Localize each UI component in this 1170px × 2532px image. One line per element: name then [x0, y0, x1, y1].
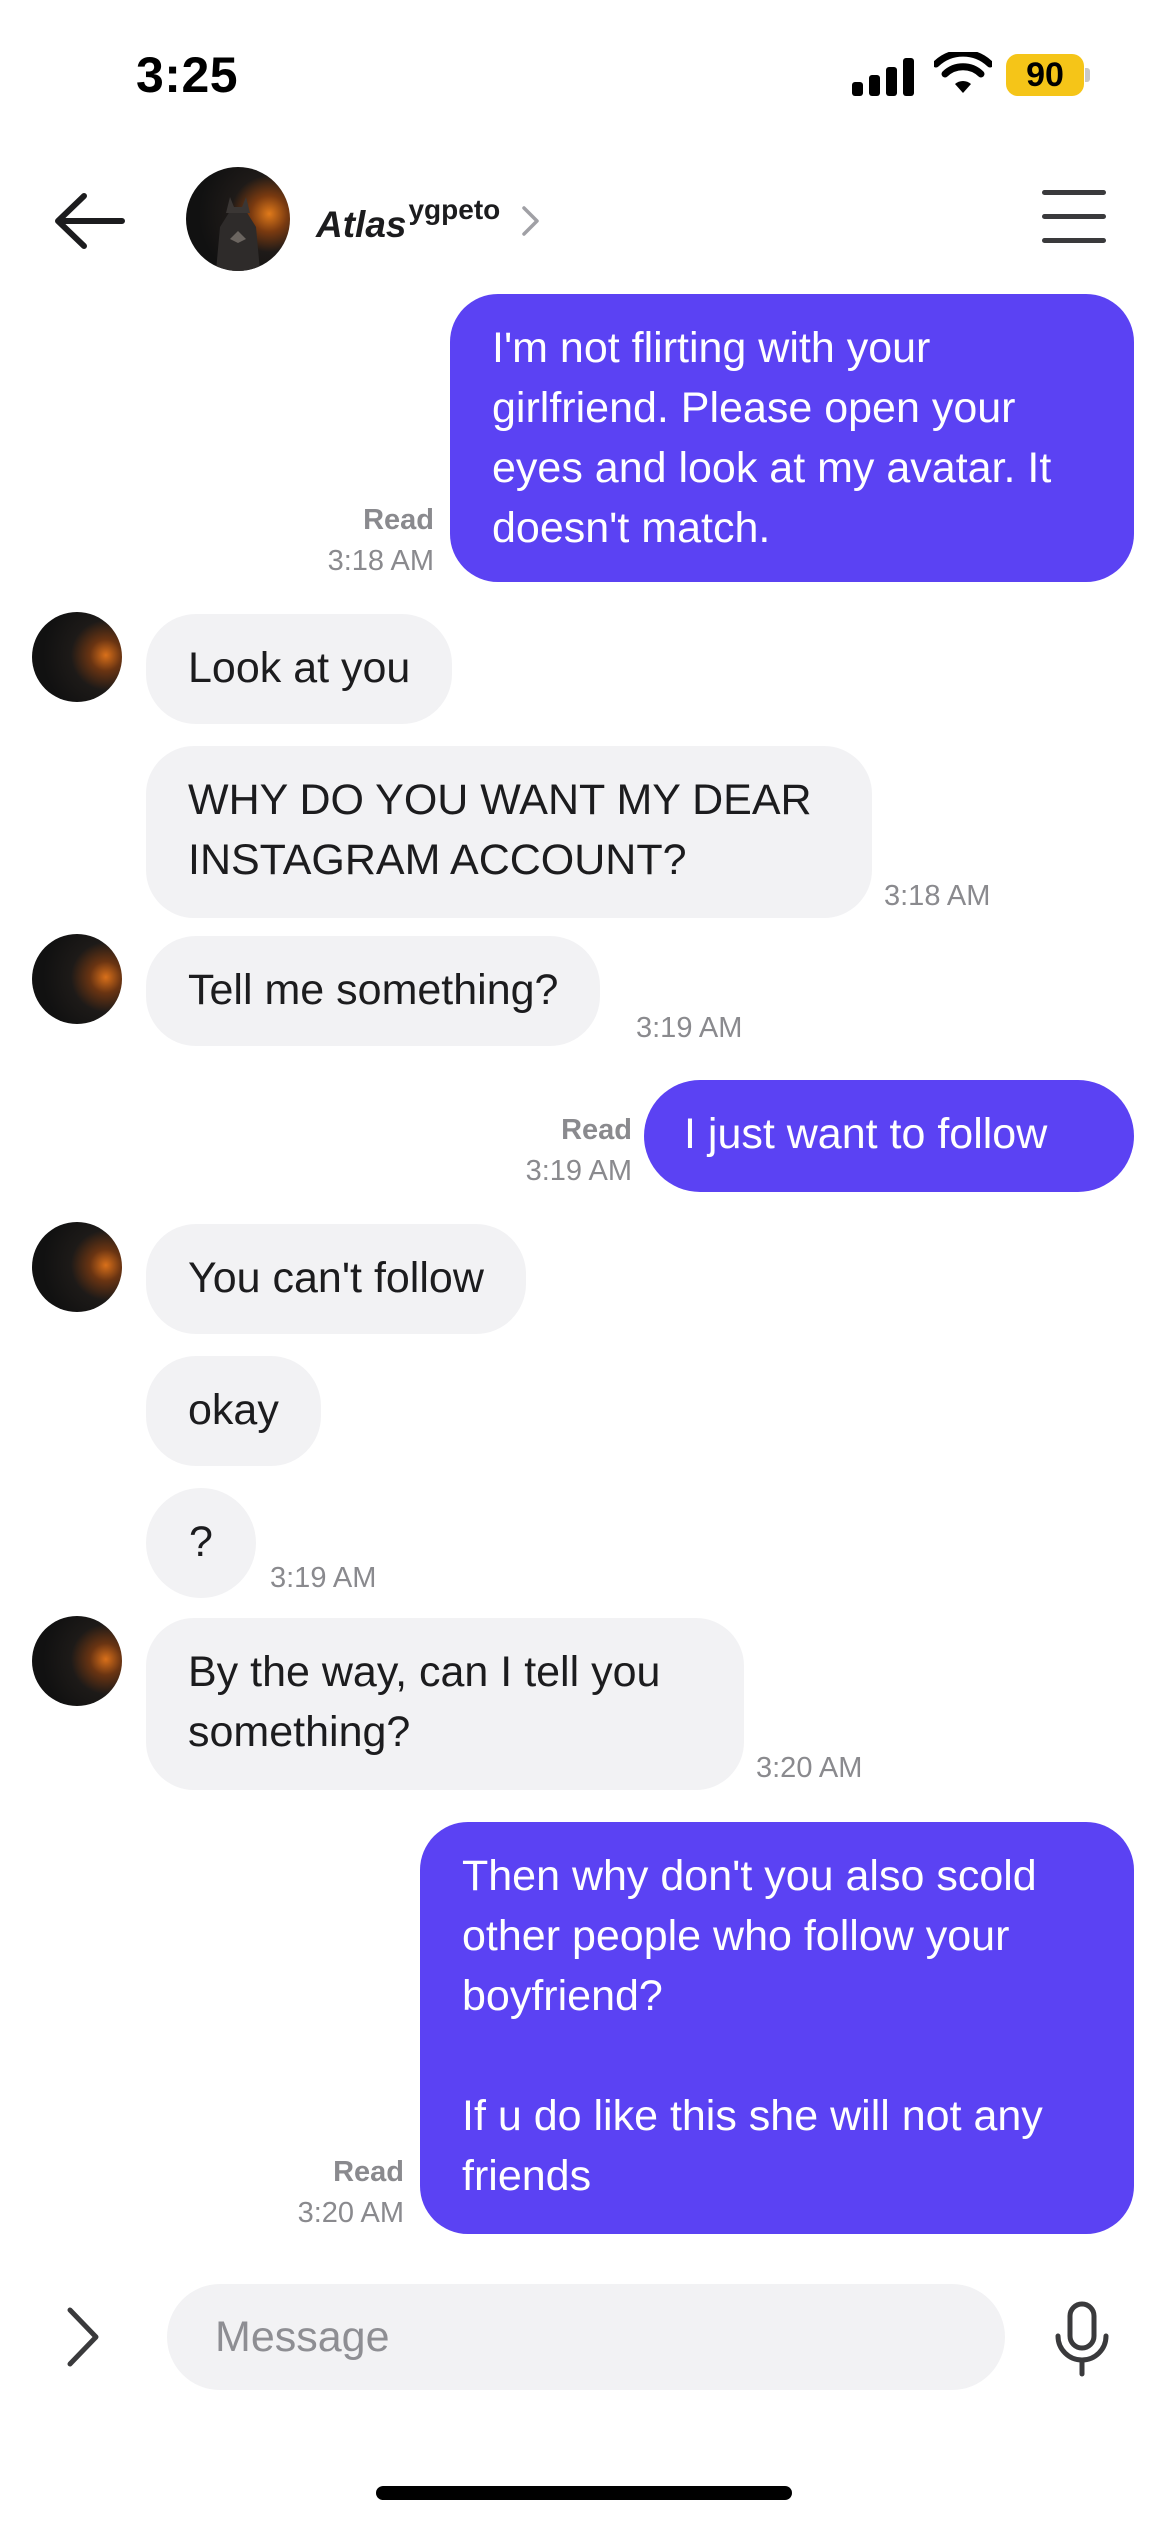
message-time: 3:19 AM — [525, 1155, 632, 1187]
chat-header: Atlasygpeto — [0, 160, 1170, 280]
incoming-message[interactable]: You can't follow — [146, 1224, 526, 1334]
message-meta: Read 3:19 AM — [480, 1110, 632, 1192]
outgoing-message[interactable]: Then why don't you also scold other peop… — [420, 1822, 1134, 2234]
outgoing-message[interactable]: I just want to follow — [644, 1080, 1134, 1192]
incoming-message[interactable]: okay — [146, 1356, 321, 1466]
avatar[interactable] — [32, 612, 122, 702]
contact-name[interactable]: Atlasygpeto — [316, 194, 500, 246]
message-meta: Read 3:18 AM — [280, 500, 434, 582]
incoming-message[interactable]: Tell me something? — [146, 936, 601, 1046]
chevron-right-icon[interactable] — [64, 2304, 104, 2370]
wifi-icon — [934, 52, 992, 93]
battery-icon: 90 — [1006, 54, 1090, 96]
message-time: 3:19 AM — [636, 1012, 743, 1044]
message-meta: Read 3:20 AM — [250, 2152, 404, 2234]
avatar[interactable] — [186, 167, 290, 271]
home-indicator[interactable] — [376, 2486, 792, 2500]
chevron-right-icon[interactable] — [520, 204, 542, 238]
contact-name-main[interactable]: Atlas — [316, 204, 406, 245]
message-time: 3:18 AM — [327, 545, 434, 577]
read-receipt: Read — [561, 1114, 632, 1146]
incoming-message[interactable]: By the way, can I tell you something? — [146, 1618, 744, 1790]
message-time: 3:18 AM — [884, 880, 991, 912]
contact-name-suffix[interactable]: ygpeto — [408, 194, 500, 225]
incoming-message[interactable]: ? — [146, 1488, 256, 1598]
incoming-message[interactable]: WHY DO YOU WANT MY DEAR INSTAGRAM ACCOUN… — [146, 746, 872, 918]
incoming-message[interactable]: Look at you — [146, 614, 453, 724]
avatar[interactable] — [32, 1616, 122, 1706]
avatar[interactable] — [32, 934, 122, 1024]
avatar[interactable] — [32, 1222, 122, 1312]
read-receipt: Read — [333, 2156, 404, 2188]
menu-icon[interactable] — [1042, 190, 1106, 244]
back-arrow-icon[interactable] — [52, 190, 126, 252]
microphone-icon[interactable] — [1052, 2300, 1112, 2380]
outgoing-message[interactable]: I'm not flirting with your girlfriend. P… — [450, 294, 1134, 582]
read-receipt: Read — [363, 504, 434, 536]
message-input[interactable] — [167, 2284, 1005, 2390]
battery-level: 90 — [1006, 54, 1084, 96]
message-time: 3:20 AM — [756, 1752, 863, 1784]
battery-tip — [1085, 68, 1090, 82]
status-time: 3:25 — [136, 47, 239, 103]
signal-icon — [852, 58, 914, 96]
message-time: 3:19 AM — [270, 1562, 377, 1594]
status-bar: 3:25 90 — [0, 0, 1170, 150]
message-time: 3:20 AM — [297, 2197, 404, 2229]
